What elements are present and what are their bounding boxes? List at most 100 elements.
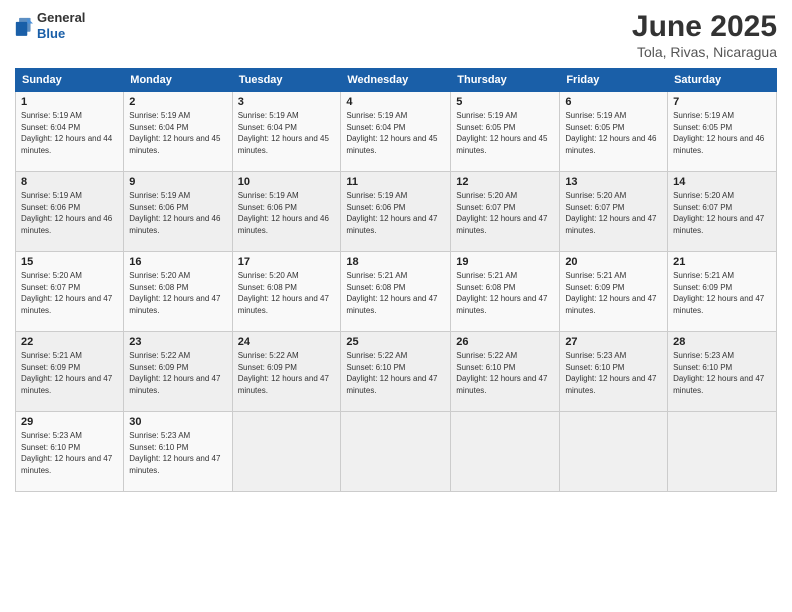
calendar-week-5: 29 Sunrise: 5:23 AMSunset: 6:10 PMDaylig… [16, 412, 777, 492]
page: General Blue June 2025 Tola, Rivas, Nica… [0, 0, 792, 612]
calendar-cell: 1 Sunrise: 5:19 AMSunset: 6:04 PMDayligh… [16, 92, 124, 172]
calendar-cell [232, 412, 341, 492]
day-number: 14 [673, 176, 771, 188]
calendar-cell: 11 Sunrise: 5:19 AMSunset: 6:06 PMDaylig… [341, 172, 451, 252]
calendar-cell: 29 Sunrise: 5:23 AMSunset: 6:10 PMDaylig… [16, 412, 124, 492]
calendar-cell: 22 Sunrise: 5:21 AMSunset: 6:09 PMDaylig… [16, 332, 124, 412]
day-number: 21 [673, 256, 771, 268]
day-number: 12 [456, 176, 554, 188]
calendar-cell [668, 412, 777, 492]
day-number: 5 [456, 96, 554, 108]
day-info: Sunrise: 5:21 AMSunset: 6:08 PMDaylight:… [346, 271, 437, 315]
day-number: 20 [565, 256, 662, 268]
calendar-cell: 19 Sunrise: 5:21 AMSunset: 6:08 PMDaylig… [451, 252, 560, 332]
day-info: Sunrise: 5:19 AMSunset: 6:04 PMDaylight:… [21, 111, 112, 155]
day-number: 25 [346, 336, 445, 348]
calendar-cell: 24 Sunrise: 5:22 AMSunset: 6:09 PMDaylig… [232, 332, 341, 412]
calendar-cell: 16 Sunrise: 5:20 AMSunset: 6:08 PMDaylig… [124, 252, 232, 332]
calendar-week-1: 1 Sunrise: 5:19 AMSunset: 6:04 PMDayligh… [16, 92, 777, 172]
day-number: 30 [129, 416, 226, 428]
day-number: 11 [346, 176, 445, 188]
day-number: 3 [238, 96, 336, 108]
weekday-header-sunday: Sunday [16, 69, 124, 92]
day-info: Sunrise: 5:19 AMSunset: 6:04 PMDaylight:… [346, 111, 437, 155]
day-info: Sunrise: 5:20 AMSunset: 6:07 PMDaylight:… [21, 271, 112, 315]
day-number: 23 [129, 336, 226, 348]
calendar-location: Tola, Rivas, Nicaragua [632, 44, 777, 60]
day-info: Sunrise: 5:22 AMSunset: 6:09 PMDaylight:… [129, 351, 220, 395]
calendar-cell: 30 Sunrise: 5:23 AMSunset: 6:10 PMDaylig… [124, 412, 232, 492]
day-info: Sunrise: 5:23 AMSunset: 6:10 PMDaylight:… [129, 431, 220, 475]
logo-blue-text: Blue [37, 26, 85, 42]
day-number: 18 [346, 256, 445, 268]
logo: General Blue [15, 10, 85, 41]
day-number: 22 [21, 336, 118, 348]
weekday-header-friday: Friday [560, 69, 668, 92]
calendar-cell: 12 Sunrise: 5:20 AMSunset: 6:07 PMDaylig… [451, 172, 560, 252]
day-info: Sunrise: 5:19 AMSunset: 6:06 PMDaylight:… [346, 191, 437, 235]
day-number: 9 [129, 176, 226, 188]
day-info: Sunrise: 5:19 AMSunset: 6:05 PMDaylight:… [456, 111, 547, 155]
weekday-header-thursday: Thursday [451, 69, 560, 92]
day-info: Sunrise: 5:20 AMSunset: 6:07 PMDaylight:… [456, 191, 547, 235]
header: General Blue June 2025 Tola, Rivas, Nica… [15, 10, 777, 60]
day-info: Sunrise: 5:20 AMSunset: 6:07 PMDaylight:… [565, 191, 656, 235]
calendar-cell: 6 Sunrise: 5:19 AMSunset: 6:05 PMDayligh… [560, 92, 668, 172]
calendar-cell: 21 Sunrise: 5:21 AMSunset: 6:09 PMDaylig… [668, 252, 777, 332]
weekday-header-wednesday: Wednesday [341, 69, 451, 92]
day-info: Sunrise: 5:20 AMSunset: 6:08 PMDaylight:… [129, 271, 220, 315]
day-number: 6 [565, 96, 662, 108]
calendar-week-3: 15 Sunrise: 5:20 AMSunset: 6:07 PMDaylig… [16, 252, 777, 332]
calendar-cell: 5 Sunrise: 5:19 AMSunset: 6:05 PMDayligh… [451, 92, 560, 172]
day-info: Sunrise: 5:23 AMSunset: 6:10 PMDaylight:… [565, 351, 656, 395]
weekday-header-row: SundayMondayTuesdayWednesdayThursdayFrid… [16, 69, 777, 92]
day-number: 26 [456, 336, 554, 348]
calendar-cell: 15 Sunrise: 5:20 AMSunset: 6:07 PMDaylig… [16, 252, 124, 332]
calendar-cell: 14 Sunrise: 5:20 AMSunset: 6:07 PMDaylig… [668, 172, 777, 252]
day-info: Sunrise: 5:20 AMSunset: 6:07 PMDaylight:… [673, 191, 764, 235]
day-info: Sunrise: 5:21 AMSunset: 6:09 PMDaylight:… [673, 271, 764, 315]
calendar-cell: 20 Sunrise: 5:21 AMSunset: 6:09 PMDaylig… [560, 252, 668, 332]
day-info: Sunrise: 5:19 AMSunset: 6:05 PMDaylight:… [673, 111, 764, 155]
calendar-week-2: 8 Sunrise: 5:19 AMSunset: 6:06 PMDayligh… [16, 172, 777, 252]
logo-text: General Blue [37, 10, 85, 41]
calendar-cell: 3 Sunrise: 5:19 AMSunset: 6:04 PMDayligh… [232, 92, 341, 172]
weekday-header-saturday: Saturday [668, 69, 777, 92]
day-number: 15 [21, 256, 118, 268]
calendar-cell: 27 Sunrise: 5:23 AMSunset: 6:10 PMDaylig… [560, 332, 668, 412]
day-info: Sunrise: 5:20 AMSunset: 6:08 PMDaylight:… [238, 271, 329, 315]
day-number: 19 [456, 256, 554, 268]
day-number: 2 [129, 96, 226, 108]
day-number: 28 [673, 336, 771, 348]
day-number: 16 [129, 256, 226, 268]
calendar-title: June 2025 [632, 10, 777, 44]
calendar-cell: 7 Sunrise: 5:19 AMSunset: 6:05 PMDayligh… [668, 92, 777, 172]
weekday-header-tuesday: Tuesday [232, 69, 341, 92]
calendar-cell: 26 Sunrise: 5:22 AMSunset: 6:10 PMDaylig… [451, 332, 560, 412]
calendar-cell: 4 Sunrise: 5:19 AMSunset: 6:04 PMDayligh… [341, 92, 451, 172]
day-number: 1 [21, 96, 118, 108]
day-info: Sunrise: 5:19 AMSunset: 6:06 PMDaylight:… [238, 191, 329, 235]
calendar-cell: 10 Sunrise: 5:19 AMSunset: 6:06 PMDaylig… [232, 172, 341, 252]
day-number: 13 [565, 176, 662, 188]
calendar-cell: 23 Sunrise: 5:22 AMSunset: 6:09 PMDaylig… [124, 332, 232, 412]
calendar-cell: 25 Sunrise: 5:22 AMSunset: 6:10 PMDaylig… [341, 332, 451, 412]
calendar-cell: 17 Sunrise: 5:20 AMSunset: 6:08 PMDaylig… [232, 252, 341, 332]
calendar-table: SundayMondayTuesdayWednesdayThursdayFrid… [15, 68, 777, 492]
day-info: Sunrise: 5:21 AMSunset: 6:09 PMDaylight:… [21, 351, 112, 395]
day-info: Sunrise: 5:22 AMSunset: 6:10 PMDaylight:… [456, 351, 547, 395]
day-info: Sunrise: 5:19 AMSunset: 6:06 PMDaylight:… [129, 191, 220, 235]
calendar-week-4: 22 Sunrise: 5:21 AMSunset: 6:09 PMDaylig… [16, 332, 777, 412]
day-info: Sunrise: 5:21 AMSunset: 6:08 PMDaylight:… [456, 271, 547, 315]
title-block: June 2025 Tola, Rivas, Nicaragua [632, 10, 777, 60]
day-number: 27 [565, 336, 662, 348]
day-number: 7 [673, 96, 771, 108]
day-info: Sunrise: 5:23 AMSunset: 6:10 PMDaylight:… [21, 431, 112, 475]
logo-icon [15, 15, 33, 37]
day-info: Sunrise: 5:22 AMSunset: 6:09 PMDaylight:… [238, 351, 329, 395]
day-number: 4 [346, 96, 445, 108]
calendar-cell: 9 Sunrise: 5:19 AMSunset: 6:06 PMDayligh… [124, 172, 232, 252]
day-info: Sunrise: 5:19 AMSunset: 6:04 PMDaylight:… [129, 111, 220, 155]
calendar-cell: 8 Sunrise: 5:19 AMSunset: 6:06 PMDayligh… [16, 172, 124, 252]
day-info: Sunrise: 5:23 AMSunset: 6:10 PMDaylight:… [673, 351, 764, 395]
